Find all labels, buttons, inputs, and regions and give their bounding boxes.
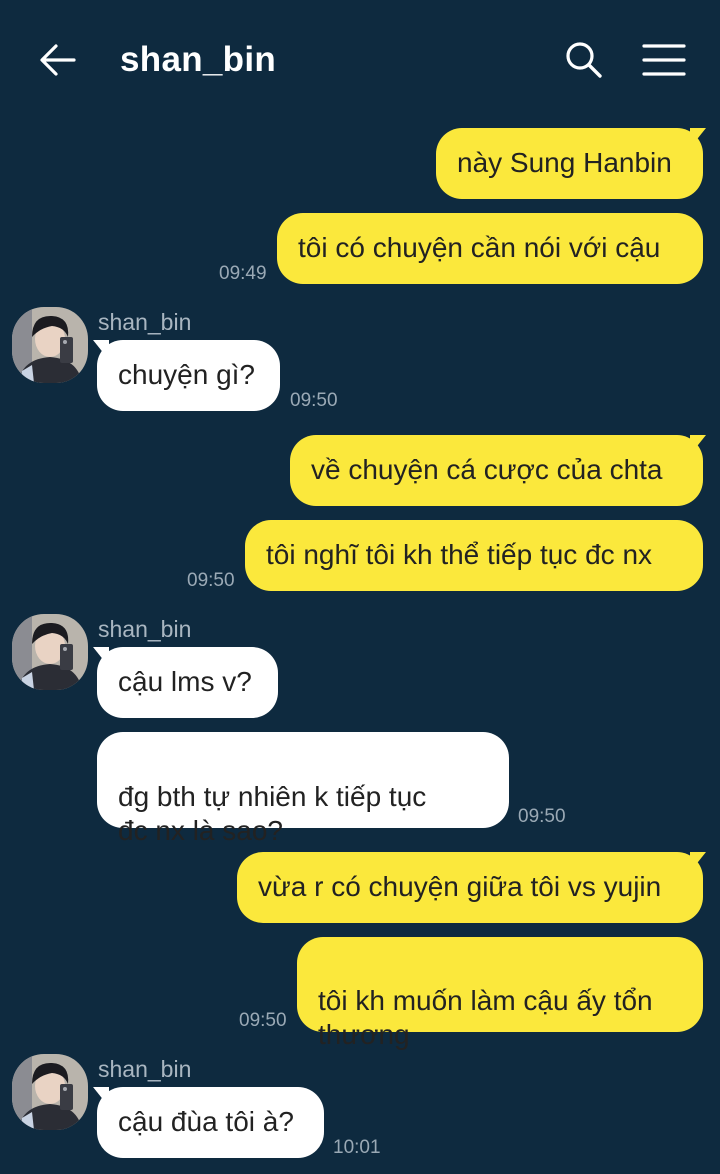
message-bubble-outgoing[interactable]: tôi có chuyện cần nói với cậu xyxy=(277,213,703,284)
profile-photo-icon xyxy=(12,614,88,690)
message-text: chuyện gì? xyxy=(118,359,255,390)
sender-name: shan_bin xyxy=(98,309,192,335)
message-text: cậu lms v? xyxy=(118,666,252,697)
back-button[interactable] xyxy=(38,42,78,78)
arrow-left-icon xyxy=(40,44,76,76)
message-bubble-outgoing[interactable]: vừa r có chuyện giữa tôi vs yujin xyxy=(237,852,703,923)
message-text: về chuyện cá cược của chta xyxy=(311,454,663,485)
message-text: đg bth tự nhiên k tiếp tục đc nx là sao? xyxy=(118,781,427,846)
message-bubble-incoming[interactable]: chuyện gì? xyxy=(97,340,280,411)
message-text: này Sung Hanbin xyxy=(457,147,672,178)
message-text: tôi có chuyện cần nói với cậu xyxy=(298,232,661,263)
sender-name: shan_bin xyxy=(98,1056,192,1082)
message-timestamp: 09:50 xyxy=(187,570,235,591)
message-timestamp: 09:49 xyxy=(219,263,267,284)
message-bubble-outgoing[interactable]: này Sung Hanbin xyxy=(436,128,703,199)
message-bubble-outgoing[interactable]: về chuyện cá cược của chta xyxy=(290,435,703,506)
message-timestamp: 09:50 xyxy=(518,806,566,827)
message-text: cậu đùa tôi à? xyxy=(118,1106,294,1137)
message-timestamp: 09:50 xyxy=(239,1010,287,1031)
message-bubble-incoming[interactable]: cậu đùa tôi à? xyxy=(97,1087,324,1158)
message-text: vừa r có chuyện giữa tôi vs yujin xyxy=(258,871,662,902)
search-icon xyxy=(566,42,602,78)
profile-photo-icon xyxy=(12,1054,88,1130)
profile-photo-icon xyxy=(12,307,88,383)
chat-header: shan_bin xyxy=(0,0,720,120)
avatar[interactable] xyxy=(12,614,88,690)
sender-name: shan_bin xyxy=(98,616,192,642)
hamburger-menu-icon xyxy=(642,44,686,76)
menu-button[interactable] xyxy=(642,42,686,78)
message-timestamp: 10:01 xyxy=(333,1137,381,1158)
message-text: tôi nghĩ tôi kh thể tiếp tục đc nx xyxy=(266,539,653,570)
chat-title: shan_bin xyxy=(120,40,277,79)
message-bubble-outgoing[interactable]: tôi kh muốn làm cậu ấy tổn thương xyxy=(297,937,703,1050)
message-bubble-incoming[interactable]: cậu lms v? xyxy=(97,647,278,718)
message-bubble-outgoing[interactable]: tôi nghĩ tôi kh thể tiếp tục đc nx xyxy=(245,520,703,591)
message-bubble-incoming[interactable]: đg bth tự nhiên k tiếp tục đc nx là sao? xyxy=(97,732,509,846)
message-text: tôi kh muốn làm cậu ấy tổn thương xyxy=(318,985,653,1050)
avatar[interactable] xyxy=(12,307,88,383)
avatar[interactable] xyxy=(12,1054,88,1130)
message-timestamp: 09:50 xyxy=(290,390,338,411)
search-button[interactable] xyxy=(564,40,604,80)
